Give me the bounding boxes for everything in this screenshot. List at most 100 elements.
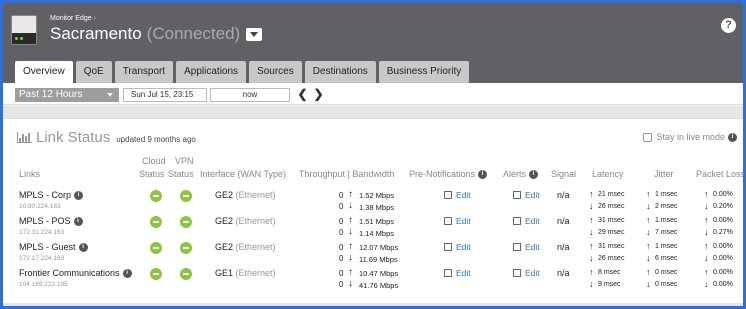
end-time-field[interactable]: now (210, 88, 290, 102)
col-signal[interactable]: Signal (551, 169, 576, 179)
interface-name: GE1 (Ethernet) (215, 268, 276, 278)
tab-sources[interactable]: Sources (249, 61, 302, 83)
alerts-edit-link[interactable]: Edit (513, 268, 540, 278)
arrow-down-icon: ↓ (704, 279, 709, 289)
col-pre-notifications[interactable]: Pre-Notifications i (409, 169, 488, 180)
throughput-up: 0 (339, 243, 344, 252)
device-dropdown-button[interactable] (246, 27, 263, 41)
device-name: Sacramento (50, 24, 142, 43)
col-jitter[interactable]: Jitter (654, 169, 674, 179)
start-time-field[interactable]: Sun Jul 15, 23:15 (123, 88, 207, 102)
throughput-up: 0 (339, 217, 344, 226)
link-ip: 10.90.224.163 (19, 203, 61, 210)
section-divider (3, 106, 743, 118)
table-row[interactable]: MPLS - POS i 172.31.224.163 GE2 (Ethernet) 0… (3, 214, 743, 241)
bandwidth-down: 11.69 Mbps (359, 255, 398, 264)
link-ip: 172.31.224.163 (19, 229, 65, 236)
status-connected-icon (180, 268, 192, 280)
tab-qoe[interactable]: QoE (75, 61, 112, 83)
jitter-down: 2 msec (655, 203, 678, 210)
alerts-edit-link[interactable]: Edit (513, 190, 540, 200)
col-throughput[interactable]: Throughput | Bandwidth (299, 169, 394, 179)
arrow-up-icon: ↑ (704, 189, 709, 199)
tab-business-priority[interactable]: Business Priority (378, 61, 470, 83)
arrow-up-icon: ↑ (646, 267, 651, 277)
packet-loss-up: 0.00% (713, 191, 733, 198)
info-icon[interactable]: i (529, 170, 539, 180)
previous-range-button[interactable]: ❮ (297, 88, 308, 102)
latency-down: 29 msec (598, 229, 625, 236)
time-range-bar: Past 12 Hours Sun Jul 15, 23:15 now ❮ ❯ (3, 83, 743, 105)
tab-overview[interactable]: Overview (15, 61, 73, 83)
checkbox-icon (444, 217, 452, 225)
section-divider (3, 303, 743, 306)
tab-applications[interactable]: Applications (176, 61, 247, 83)
interface-name: GE2 (Ethernet) (215, 190, 276, 200)
status-connected-icon (150, 268, 162, 280)
latency-down: 9 msec (598, 281, 621, 288)
arrow-up-icon: ↑ (348, 215, 353, 226)
next-range-button[interactable]: ❯ (313, 88, 324, 102)
checkbox-icon (513, 191, 521, 199)
col-interface[interactable]: Interface (WAN Type) (200, 169, 286, 179)
info-icon[interactable]: i (74, 191, 84, 201)
link-name[interactable]: Frontier Communications i (19, 268, 132, 279)
table-row[interactable]: MPLS - Guest i 172.17.224.163 GE2 (Ethernet… (3, 240, 743, 267)
checkbox-icon (513, 243, 521, 251)
pre-notifications-edit-link[interactable]: Edit (444, 216, 471, 226)
link-name[interactable]: MPLS - POS i (19, 216, 83, 227)
packet-loss-down: 0.00% (713, 255, 733, 262)
arrow-down-icon: ↓ (589, 253, 594, 263)
info-icon[interactable]: i (73, 217, 83, 227)
arrow-up-icon: ↑ (704, 267, 709, 277)
signal-value: n/a (557, 268, 570, 278)
alerts-edit-link[interactable]: Edit (513, 216, 540, 226)
alerts-edit-link[interactable]: Edit (513, 242, 540, 252)
tab-transport[interactable]: Transport (114, 61, 174, 83)
col-vpn-status-2: Status (168, 169, 194, 179)
latency-down: 26 msec (598, 203, 625, 210)
live-mode-checkbox[interactable] (643, 132, 653, 142)
info-icon[interactable]: i (478, 170, 488, 180)
link-status-panel: Link Status updated 9 months ago Stay in… (3, 118, 743, 303)
col-packet-loss[interactable]: Packet Loss (696, 169, 743, 179)
status-connected-icon (150, 216, 162, 228)
packet-loss-down: 0.27% (713, 229, 733, 236)
arrow-down-icon: ↓ (589, 201, 594, 211)
table-row[interactable]: Frontier Communications i 104.169.222.195 G… (3, 266, 743, 293)
packet-loss-up: 0.00% (713, 243, 733, 250)
tab-bar: Overview QoE Transport Applications Sour… (3, 50, 743, 83)
table-header: Links Cloud Status VPN Status Interface … (3, 156, 743, 180)
tab-destinations[interactable]: Destinations (304, 61, 376, 83)
table-row[interactable]: MPLS - Corp i 10.90.224.163 GE2 (Ethernet) 0… (3, 188, 743, 215)
col-links[interactable]: Links (19, 169, 40, 179)
arrow-up-icon: ↑ (589, 241, 594, 251)
live-mode-toggle[interactable]: Stay in live mode i (643, 132, 737, 142)
latency-up: 21 msec (598, 191, 625, 198)
jitter-up: 1 msec (655, 243, 678, 250)
info-icon[interactable]: i (122, 269, 132, 279)
jitter-up: 1 msec (655, 191, 678, 198)
arrow-up-icon: ↑ (348, 189, 353, 200)
breadcrumb[interactable]: Monitor Edge › (50, 15, 96, 22)
pre-notifications-edit-link[interactable]: Edit (444, 268, 471, 278)
link-name[interactable]: MPLS - Guest i (19, 242, 88, 253)
pre-notifications-edit-link[interactable]: Edit (444, 190, 471, 200)
info-icon[interactable]: i (78, 243, 88, 253)
checkbox-icon (444, 191, 452, 199)
info-icon[interactable]: i (728, 132, 737, 142)
bandwidth-up: 10.47 Mbps (359, 269, 399, 278)
arrow-down-icon: ↓ (589, 279, 594, 289)
throughput-up: 0 (339, 191, 344, 200)
latency-down: 26 msec (598, 255, 625, 262)
throughput-down: 0 (339, 202, 344, 211)
col-alerts[interactable]: Alerts i (503, 169, 539, 180)
time-period-select[interactable]: Past 12 Hours (15, 88, 119, 102)
arrow-up-icon: ↑ (589, 215, 594, 225)
link-name[interactable]: MPLS - Corp i (19, 190, 84, 201)
pre-notifications-edit-link[interactable]: Edit (444, 242, 471, 252)
bandwidth-up: 1.52 Mbps (359, 191, 395, 200)
help-icon[interactable]: ? (721, 18, 736, 33)
packet-loss-down: 0.20% (713, 203, 733, 210)
col-latency[interactable]: Latency (592, 169, 624, 179)
